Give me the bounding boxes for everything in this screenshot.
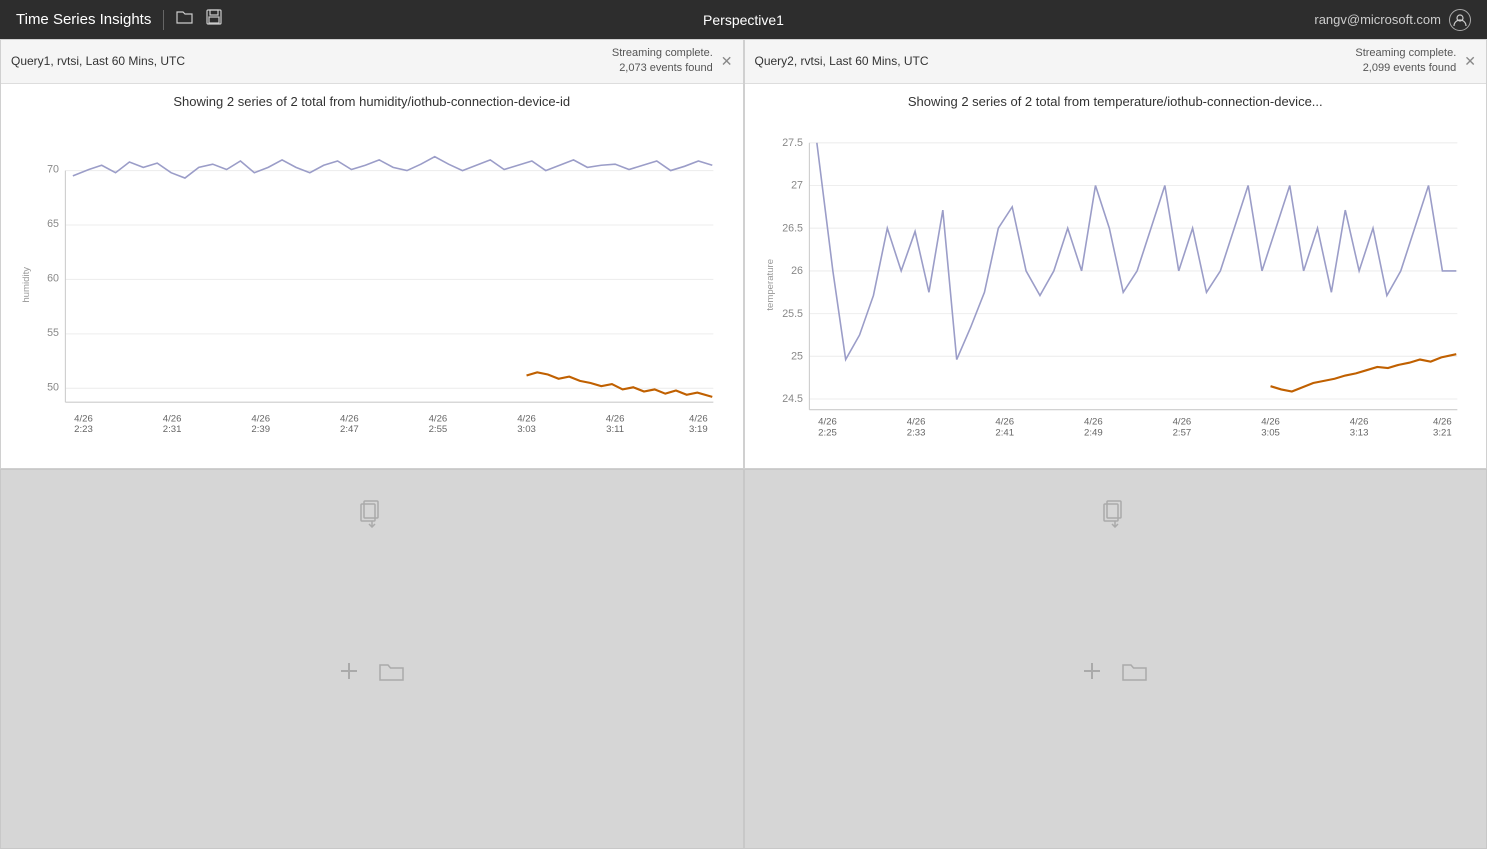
empty-panel-actions-3 [339, 660, 405, 688]
main-grid: Query1, rvtsi, Last 60 Mins, UTC Streami… [0, 39, 1487, 849]
user-email: rangv@microsoft.com [1314, 12, 1441, 27]
chart-area-2: Showing 2 series of 2 total from tempera… [745, 84, 1487, 469]
svg-text:4/26: 4/26 [995, 416, 1014, 427]
status-line2-1: 2,073 events found [612, 61, 713, 76]
svg-text:3:11: 3:11 [606, 424, 624, 435]
svg-text:4/26: 4/26 [429, 413, 448, 424]
panel-close-2[interactable]: ✕ [1464, 53, 1476, 70]
svg-text:65: 65 [47, 218, 59, 230]
header-divider [163, 10, 164, 30]
panel-title-1: Query1, rvtsi, Last 60 Mins, UTC [11, 54, 185, 68]
svg-text:3:13: 3:13 [1349, 427, 1368, 438]
chart-title-1: Showing 2 series of 2 total from humidit… [11, 94, 733, 109]
svg-text:2:39: 2:39 [251, 424, 270, 435]
svg-text:26: 26 [791, 265, 803, 277]
svg-text:3:03: 3:03 [517, 424, 536, 435]
panel-header-right-1: Streaming complete. 2,073 events found ✕ [612, 46, 733, 77]
chart-title-2: Showing 2 series of 2 total from tempera… [755, 94, 1477, 109]
panel-header-1: Query1, rvtsi, Last 60 Mins, UTC Streami… [1, 40, 743, 84]
svg-text:2:47: 2:47 [340, 424, 359, 435]
svg-text:4/26: 4/26 [163, 413, 182, 424]
svg-text:25: 25 [791, 350, 803, 362]
svg-text:2:41: 2:41 [995, 427, 1014, 438]
status-line1-1: Streaming complete. [612, 46, 713, 61]
panel-title-2: Query2, rvtsi, Last 60 Mins, UTC [755, 54, 929, 68]
svg-text:2:49: 2:49 [1083, 427, 1102, 438]
perspective-title: Perspective1 [703, 12, 784, 28]
svg-text:2:31: 2:31 [163, 424, 182, 435]
svg-text:4/26: 4/26 [340, 413, 359, 424]
svg-text:25.5: 25.5 [782, 308, 803, 320]
svg-text:24.5: 24.5 [782, 393, 803, 405]
svg-text:2:23: 2:23 [74, 424, 93, 435]
svg-text:27.5: 27.5 [782, 137, 803, 149]
svg-text:4/26: 4/26 [251, 413, 270, 424]
status-line1-2: Streaming complete. [1355, 46, 1456, 61]
svg-text:3:21: 3:21 [1433, 427, 1452, 438]
panel-status-1: Streaming complete. 2,073 events found [612, 46, 713, 77]
svg-text:55: 55 [47, 327, 59, 339]
svg-text:70: 70 [47, 163, 59, 175]
svg-text:4/26: 4/26 [606, 413, 625, 424]
svg-text:50: 50 [47, 381, 59, 393]
svg-text:4/26: 4/26 [689, 413, 708, 424]
svg-text:temperature: temperature [765, 259, 776, 311]
save-icon[interactable] [206, 9, 222, 30]
svg-text:humidity: humidity [21, 267, 32, 303]
svg-text:4/26: 4/26 [1172, 416, 1191, 427]
chart-panel-2: Query2, rvtsi, Last 60 Mins, UTC Streami… [744, 39, 1487, 469]
empty-panel-actions-4 [1082, 660, 1148, 688]
svg-text:60: 60 [47, 272, 59, 284]
svg-text:4/26: 4/26 [1349, 416, 1368, 427]
svg-text:4/26: 4/26 [1433, 416, 1452, 427]
copy-down-icon-4 [1103, 500, 1127, 533]
panel-header-right-2: Streaming complete. 2,099 events found ✕ [1355, 46, 1476, 77]
svg-text:27: 27 [791, 180, 803, 192]
svg-text:2:33: 2:33 [906, 427, 925, 438]
temperature-chart: temperature 27.5 27 26.5 26 25.5 25 24.5 [755, 114, 1477, 456]
panel-header-2: Query2, rvtsi, Last 60 Mins, UTC Streami… [745, 40, 1487, 84]
svg-text:3:05: 3:05 [1261, 427, 1280, 438]
svg-text:4/26: 4/26 [1261, 416, 1280, 427]
user-avatar[interactable] [1449, 9, 1471, 31]
svg-text:3:19: 3:19 [689, 424, 708, 435]
empty-panel-4 [744, 469, 1487, 849]
svg-text:4/26: 4/26 [517, 413, 536, 424]
humidity-chart: humidity 70 65 60 55 50 [11, 114, 733, 456]
svg-text:4/26: 4/26 [1083, 416, 1102, 427]
chart-area-1: Showing 2 series of 2 total from humidit… [1, 84, 743, 469]
open-folder-icon-3[interactable] [379, 660, 405, 688]
panel-status-2: Streaming complete. 2,099 events found [1355, 46, 1456, 77]
add-icon-3[interactable] [339, 661, 359, 687]
add-icon-4[interactable] [1082, 661, 1102, 687]
app-header: Time Series Insights Perspective1 rangv@… [0, 0, 1487, 39]
header-right: rangv@microsoft.com [1314, 9, 1471, 31]
chart-panel-1: Query1, rvtsi, Last 60 Mins, UTC Streami… [0, 39, 744, 469]
status-line2-2: 2,099 events found [1355, 61, 1456, 76]
panel-close-1[interactable]: ✕ [721, 53, 733, 70]
copy-down-icon-3 [360, 500, 384, 533]
svg-text:4/26: 4/26 [74, 413, 93, 424]
header-left: Time Series Insights [16, 9, 222, 30]
svg-text:2:25: 2:25 [818, 427, 837, 438]
svg-text:2:57: 2:57 [1172, 427, 1191, 438]
app-title: Time Series Insights [16, 11, 151, 28]
svg-text:4/26: 4/26 [906, 416, 925, 427]
open-folder-icon[interactable] [176, 9, 194, 30]
open-folder-icon-4[interactable] [1122, 660, 1148, 688]
svg-text:26.5: 26.5 [782, 222, 803, 234]
empty-panel-3 [0, 469, 744, 849]
svg-text:2:55: 2:55 [429, 424, 448, 435]
svg-text:4/26: 4/26 [818, 416, 837, 427]
